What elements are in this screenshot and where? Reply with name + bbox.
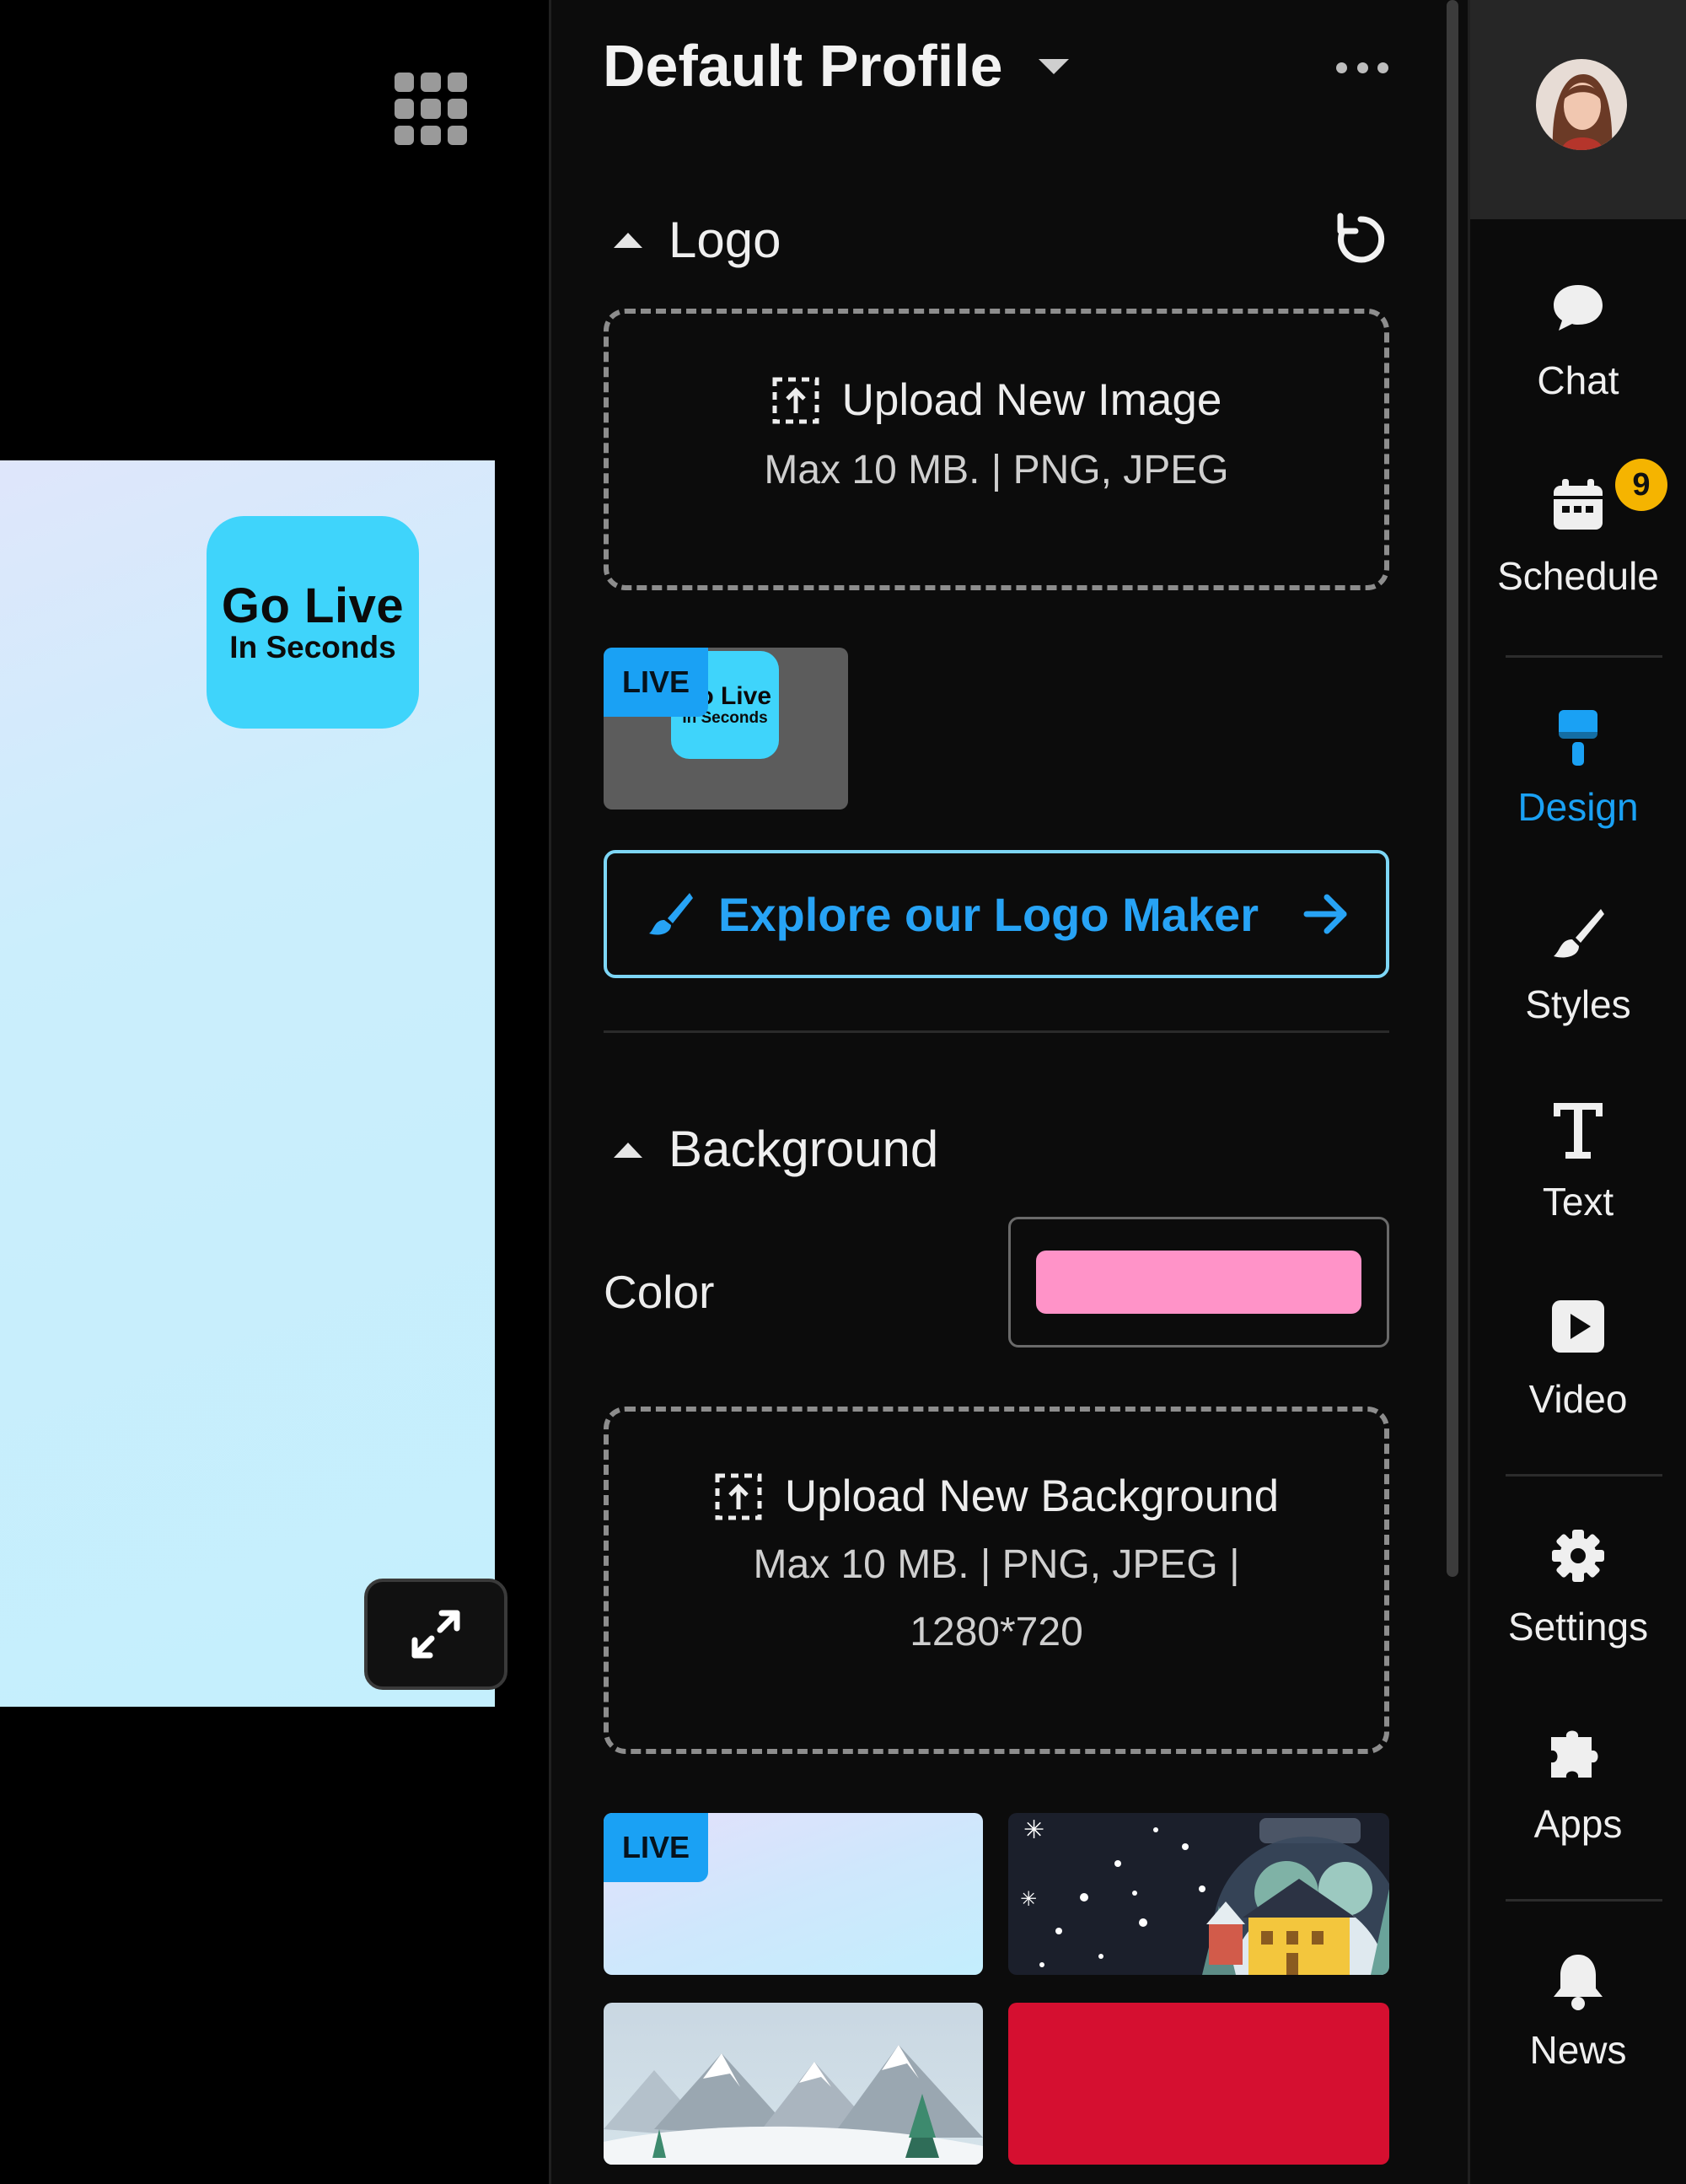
current-logo-thumbnail[interactable]: Go Live In Seconds LIVE: [604, 648, 848, 810]
user-avatar[interactable]: [1536, 59, 1627, 150]
upload-background-label: Upload New Background: [784, 1471, 1280, 1521]
nav-apps-label: Apps: [1533, 1802, 1623, 1846]
nav-schedule-label: Schedule: [1497, 554, 1659, 598]
upload-image-hint: Max 10 MB. | PNG, JPEG: [764, 448, 1229, 492]
upload-icon: [772, 377, 819, 423]
background-thumb-red[interactable]: [1008, 2003, 1389, 2165]
nav-styles-label: Styles: [1525, 982, 1631, 1026]
background-thumb-snow-globe[interactable]: ✳ ✳: [1008, 1813, 1389, 1975]
upload-image-label: Upload New Image: [841, 375, 1222, 425]
background-section-title[interactable]: Background: [668, 1120, 938, 1178]
preview-logo-line2: In Seconds: [229, 630, 396, 664]
live-badge: LIVE: [604, 1813, 708, 1882]
snow-globe-image: ✳ ✳: [1020, 1816, 1389, 1975]
nav-chat[interactable]: Chat: [1470, 270, 1686, 438]
nav-chat-label: Chat: [1537, 358, 1619, 402]
preview-logo-line1: Go Live: [221, 578, 405, 633]
nav-separator: [1506, 1474, 1662, 1477]
preview-logo[interactable]: Go Live In Seconds: [207, 516, 419, 729]
arrow-right-icon: [1303, 894, 1347, 934]
reset-icon: [1337, 212, 1385, 263]
logo-collapse-icon[interactable]: [614, 233, 642, 248]
fullscreen-button[interactable]: [364, 1579, 507, 1690]
nav-news[interactable]: News: [1470, 1941, 1686, 2110]
nav-text-label: Text: [1542, 1180, 1614, 1224]
bell-icon: [1554, 1955, 1603, 2010]
upload-background-hint-line1: Max 10 MB. | PNG, JPEG |: [753, 1542, 1240, 1587]
brush-icon: [1554, 909, 1604, 958]
nav-design[interactable]: Design: [1470, 697, 1686, 865]
brush-icon: [649, 893, 693, 935]
text-icon: [1554, 1103, 1603, 1159]
profile-title[interactable]: Default Profile: [603, 32, 1003, 100]
background-collapse-icon[interactable]: [614, 1143, 642, 1158]
mountains-image: [604, 2045, 983, 2165]
nav-separator: [1506, 1899, 1662, 1902]
calendar-icon: [1554, 479, 1603, 530]
panel-scrollbar[interactable]: [1447, 0, 1458, 1577]
nav-styles[interactable]: Styles: [1470, 894, 1686, 1062]
upload-icon: [715, 1473, 762, 1520]
logo-section-title[interactable]: Logo: [668, 211, 781, 269]
apps-grid-icon[interactable]: [395, 73, 467, 145]
avatar-image: [1536, 59, 1627, 150]
background-upload-dropzone[interactable]: Upload New Background Max 10 MB. | PNG, …: [604, 1407, 1389, 1754]
profile-dropdown-icon[interactable]: [1039, 59, 1069, 74]
nav-news-label: News: [1529, 2028, 1627, 2072]
nav-video-label: Video: [1528, 1377, 1628, 1421]
video-icon: [1552, 1300, 1604, 1353]
chat-icon: [1554, 285, 1603, 331]
section-divider: [604, 1030, 1389, 1033]
logo-upload-dropzone[interactable]: Upload New Image Max 10 MB. | PNG, JPEG: [604, 309, 1389, 590]
background-thumb-snowy-mountains[interactable]: [604, 2003, 983, 2165]
svg-text:✳: ✳: [1023, 1816, 1044, 1845]
svg-text:✳: ✳: [1020, 1887, 1037, 1911]
nav-video[interactable]: Video: [1470, 1288, 1686, 1457]
puzzle-icon: [1551, 1730, 1598, 1778]
paint-roller-icon: [1559, 710, 1597, 766]
nav-apps[interactable]: Apps: [1470, 1715, 1686, 1884]
expand-icon: [411, 1610, 460, 1659]
nav-design-label: Design: [1517, 785, 1639, 829]
color-label: Color: [604, 1266, 715, 1318]
live-badge: LIVE: [604, 648, 708, 717]
color-swatch: [1036, 1251, 1361, 1314]
logo-maker-label: Explore our Logo Maker: [718, 887, 1259, 941]
logo-maker-button[interactable]: Explore our Logo Maker: [604, 850, 1389, 978]
upload-background-hint-line2: 1280*720: [910, 1610, 1083, 1654]
background-thumb-gradient[interactable]: LIVE: [604, 1813, 983, 1975]
nav-separator: [1506, 655, 1662, 658]
reset-logo-button[interactable]: [1332, 211, 1389, 272]
background-color-picker[interactable]: [1008, 1217, 1389, 1348]
gear-icon: [1552, 1530, 1604, 1582]
nav-settings[interactable]: Settings: [1470, 1518, 1686, 1686]
more-options-icon[interactable]: [1336, 59, 1388, 76]
schedule-count-badge: 9: [1615, 459, 1667, 511]
nav-settings-label: Settings: [1507, 1605, 1649, 1649]
nav-text[interactable]: Text: [1470, 1091, 1686, 1260]
